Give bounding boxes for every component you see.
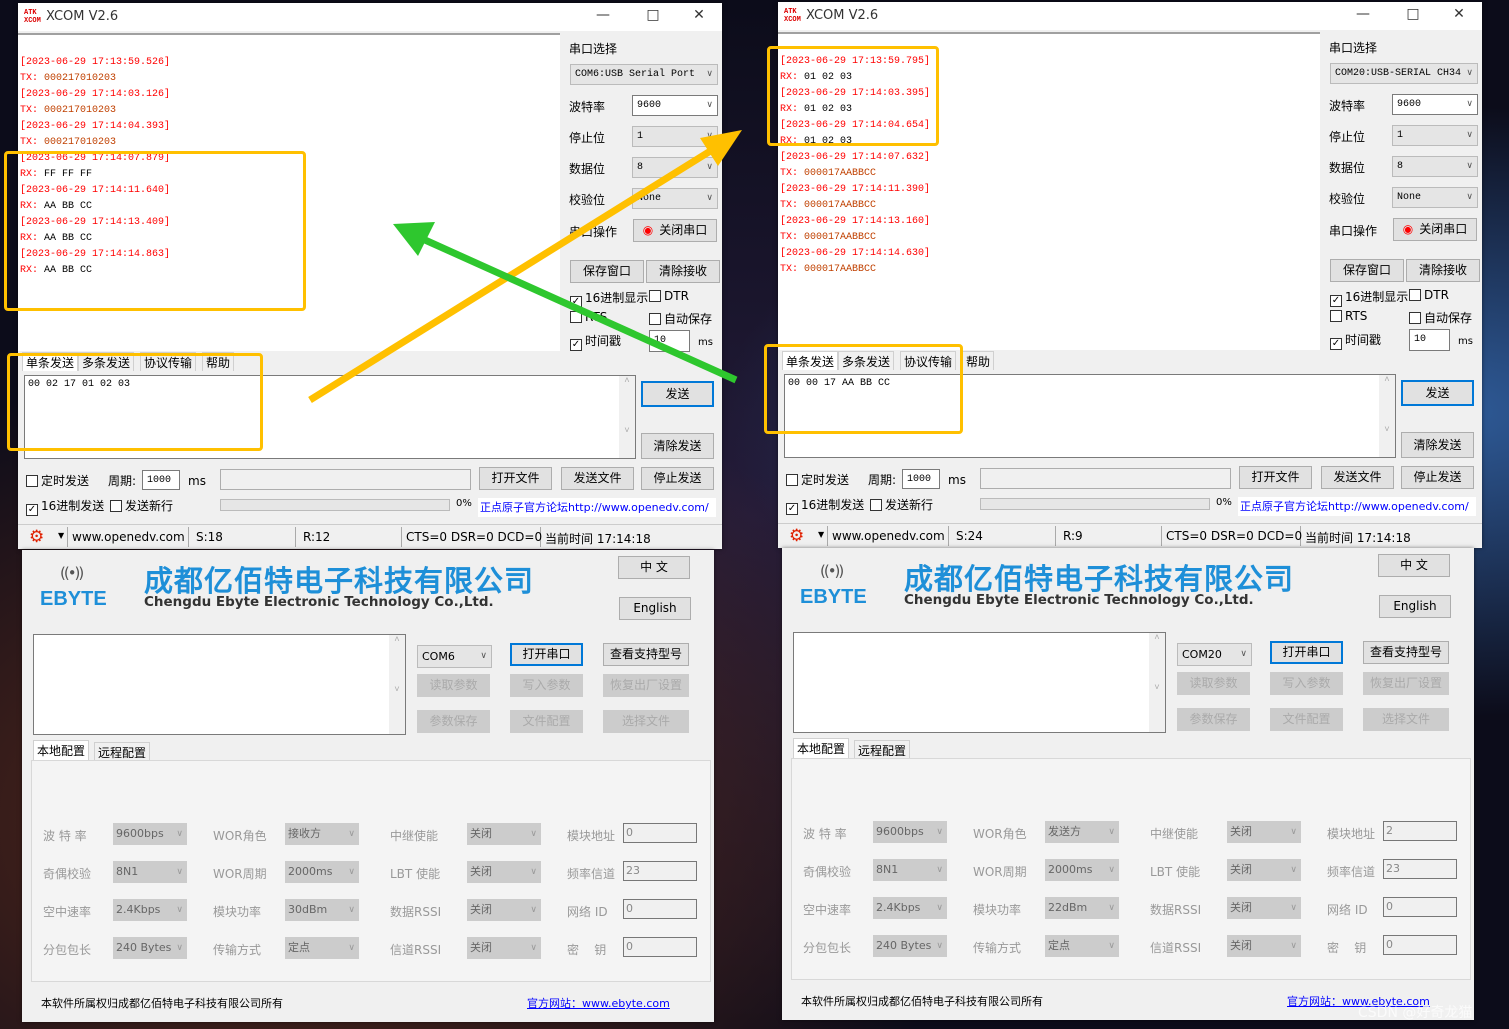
- yellow-arrow-head: [700, 130, 742, 166]
- highlight-box: [7, 353, 263, 451]
- highlight-box: [4, 151, 306, 311]
- green-arrow-shaft: [423, 236, 738, 384]
- highlight-box: [764, 344, 963, 434]
- highlight-box: [767, 46, 939, 146]
- watermark: CSDN @好奇龙猫: [1358, 1005, 1473, 1021]
